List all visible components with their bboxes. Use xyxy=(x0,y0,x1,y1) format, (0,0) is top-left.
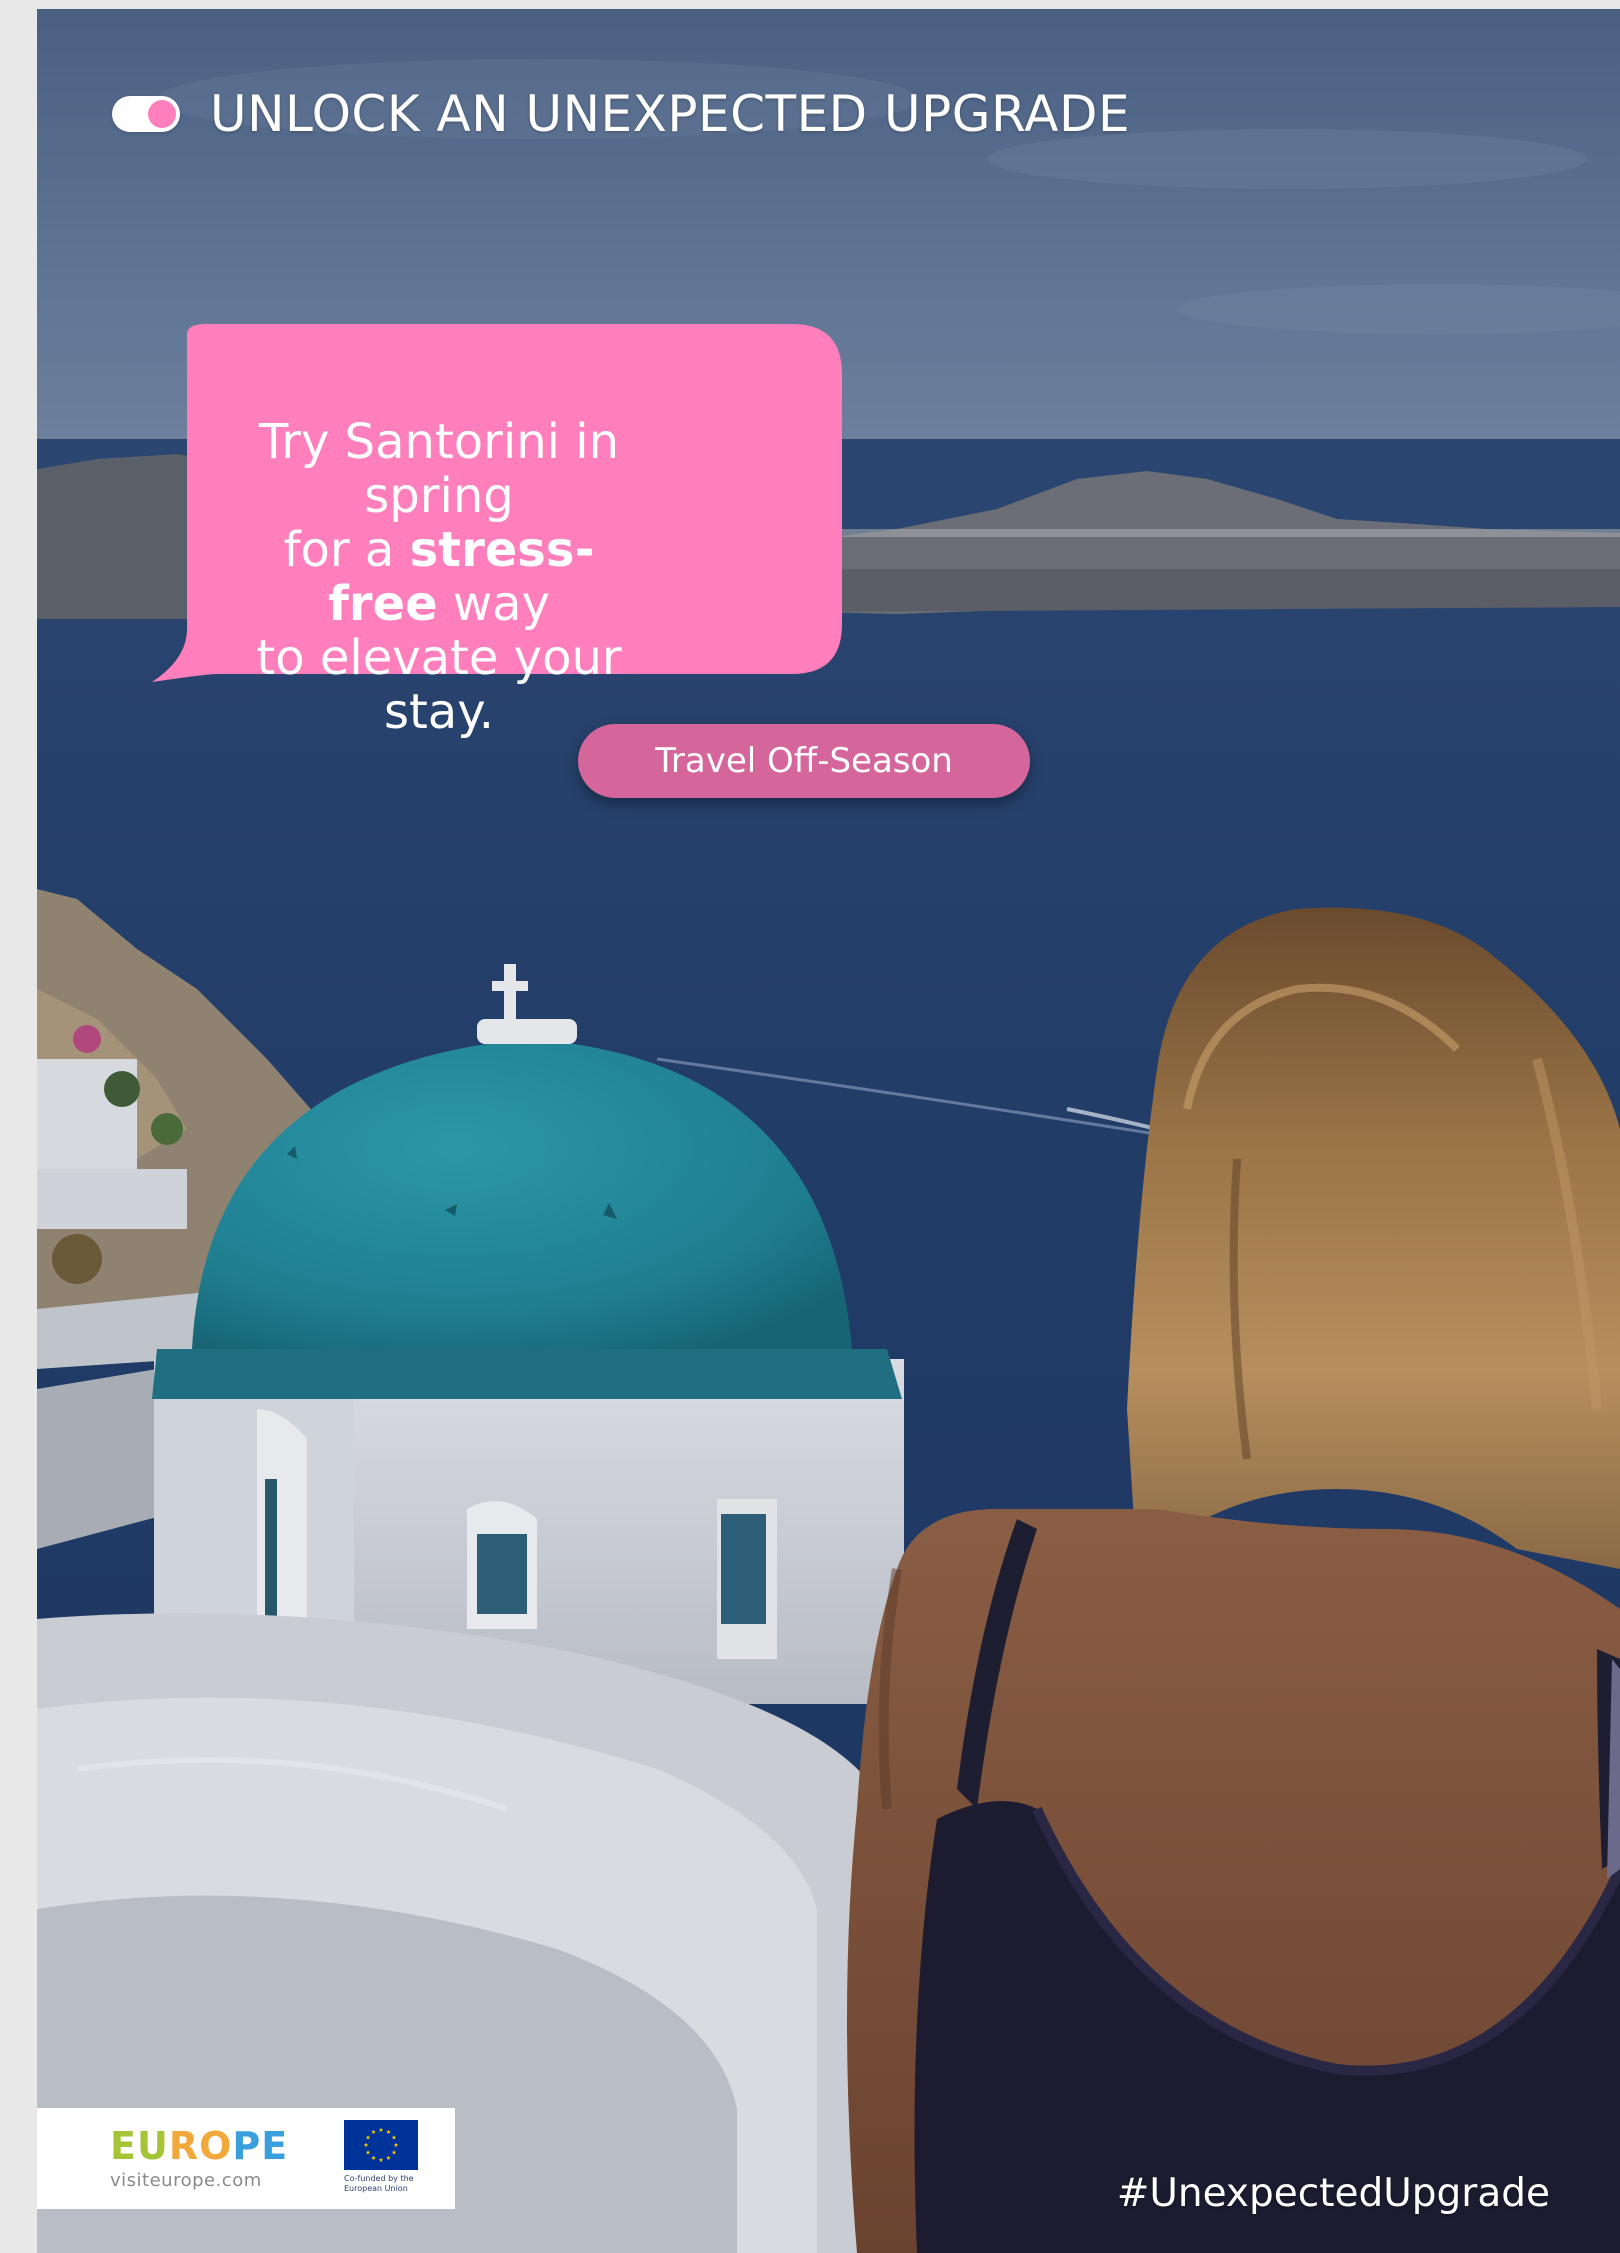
bubble-line-2-pre: for a xyxy=(283,522,410,578)
bubble-line-1: Try Santorini in spring xyxy=(259,414,619,524)
hashtag: #UnexpectedUpgrade xyxy=(1116,2171,1550,2216)
headline: UNLOCK AN UNEXPECTED UPGRADE xyxy=(210,85,1131,143)
eu-caption-line-1: Co-funded by the xyxy=(344,2174,414,2183)
eu-caption-line-2: European Union xyxy=(344,2184,408,2193)
logo-letter: E xyxy=(110,2124,137,2168)
europe-logo: EUROPE xyxy=(110,2126,288,2166)
toggle-knob xyxy=(148,100,176,128)
logo-letter: E xyxy=(261,2124,289,2168)
logo-box: EUROPE visiteurope.com Co-funded by the … xyxy=(37,2108,455,2209)
logo-letter: P xyxy=(232,2124,262,2168)
bubble-line-2: for a stress-free way xyxy=(229,523,649,631)
bubble-line-3: to elevate your stay. xyxy=(256,630,622,740)
logo-letter: U xyxy=(136,2124,169,2168)
eu-flag-icon xyxy=(344,2120,418,2170)
toggle-switch-icon xyxy=(112,96,180,132)
europe-url: visiteurope.com xyxy=(110,2170,262,2191)
poster: UNLOCK AN UNEXPECTED UPGRADE Try Santori… xyxy=(37,9,1620,2253)
speech-bubble-text: Try Santorini in spring for a stress-fre… xyxy=(229,415,649,739)
background-photo xyxy=(37,9,1620,2253)
headline-row: UNLOCK AN UNEXPECTED UPGRADE xyxy=(112,79,1130,149)
bubble-line-2-post: way xyxy=(437,576,550,632)
travel-off-season-button[interactable]: Travel Off-Season xyxy=(578,724,1030,798)
logo-letter: R xyxy=(168,2124,200,2168)
eu-caption: Co-funded by the European Union xyxy=(344,2174,434,2194)
logo-letter: O xyxy=(199,2124,233,2168)
